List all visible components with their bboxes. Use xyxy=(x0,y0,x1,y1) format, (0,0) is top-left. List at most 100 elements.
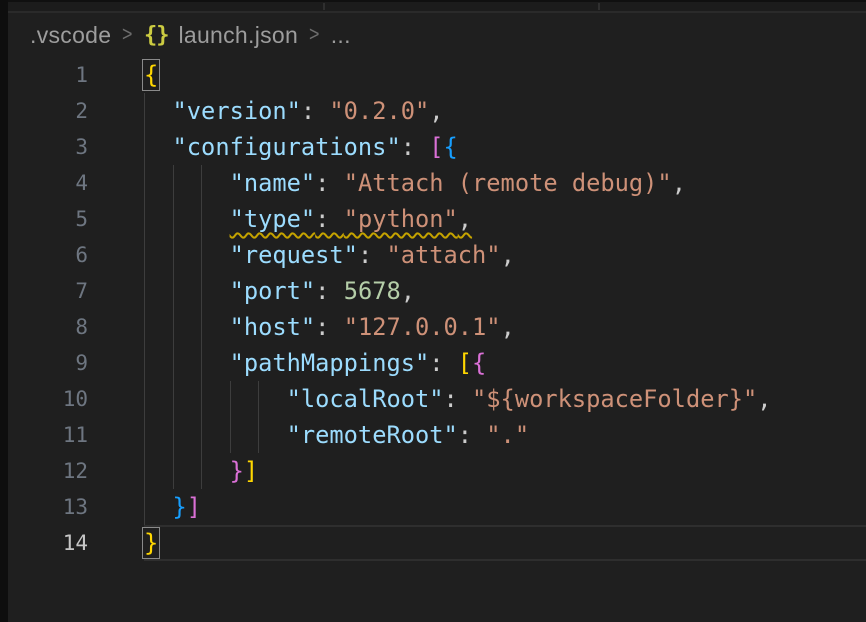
line-number[interactable]: 2 xyxy=(8,93,88,129)
code-token: "pathMappings" xyxy=(230,349,430,377)
code-token: : xyxy=(358,241,387,269)
code-line-content[interactable]: "version": "0.2.0", xyxy=(144,93,866,129)
line-number[interactable]: 9 xyxy=(8,345,88,381)
tab-separator xyxy=(323,3,325,10)
tab-separator xyxy=(598,3,600,10)
code-line-content[interactable]: "request": "attach", xyxy=(144,237,866,273)
chevron-right-icon: > xyxy=(122,23,133,47)
indent-guide xyxy=(201,453,202,489)
code-token xyxy=(144,169,230,197)
indent-guide xyxy=(201,417,202,453)
code-token xyxy=(144,277,230,305)
indent-guide xyxy=(144,489,145,525)
code-token: : xyxy=(444,385,473,413)
line-number[interactable]: 7 xyxy=(8,273,88,309)
code-line-content[interactable]: }] xyxy=(144,489,866,525)
indent-guide xyxy=(144,453,145,489)
code-line[interactable]: 3 "configurations": [{ xyxy=(8,129,866,165)
indent-guide xyxy=(144,309,145,345)
code-token: { xyxy=(472,349,486,377)
code-token: { xyxy=(144,61,158,89)
code-token: "configurations" xyxy=(173,133,401,161)
code-line[interactable]: 8 "host": "127.0.0.1", xyxy=(8,309,866,345)
indent-guide xyxy=(173,201,174,237)
indent-guide xyxy=(258,417,259,453)
code-token: { xyxy=(444,133,458,161)
line-number[interactable]: 10 xyxy=(8,381,88,417)
line-number[interactable]: 13 xyxy=(8,489,88,525)
code-token: "attach" xyxy=(386,241,500,269)
code-token xyxy=(144,385,287,413)
line-number[interactable]: 11 xyxy=(8,417,88,453)
code-token xyxy=(144,97,173,125)
indent-guide xyxy=(144,273,145,309)
code-line[interactable]: 6 "request": "attach", xyxy=(8,237,866,273)
line-number[interactable]: 12 xyxy=(8,453,88,489)
code-line[interactable]: 4 "name": "Attach (remote debug)", xyxy=(8,165,866,201)
code-token: [ xyxy=(458,349,472,377)
indent-guide xyxy=(173,381,174,417)
code-token: , xyxy=(757,385,771,413)
indent-guide xyxy=(173,273,174,309)
line-number[interactable]: 6 xyxy=(8,237,88,273)
code-line-content[interactable]: "host": "127.0.0.1", xyxy=(144,309,866,345)
indent-guide xyxy=(201,165,202,201)
indent-guide xyxy=(201,237,202,273)
tab-bar-partial[interactable] xyxy=(8,0,866,13)
code-line-content[interactable]: "localRoot": "${workspaceFolder}", xyxy=(144,381,866,417)
code-token: : xyxy=(301,97,330,125)
indent-guide xyxy=(173,309,174,345)
indent-guide xyxy=(173,453,174,489)
code-token: "type" xyxy=(230,205,316,233)
editor-group: .vscode > {} launch.json > ... 1{2 "vers… xyxy=(8,0,866,622)
code-token: "127.0.0.1" xyxy=(344,313,501,341)
code-line-content[interactable]: "port": 5678, xyxy=(144,273,866,309)
code-token xyxy=(144,349,230,377)
code-line[interactable]: 12 }] xyxy=(8,453,866,489)
line-number[interactable]: 4 xyxy=(8,165,88,201)
code-line[interactable]: 13 }] xyxy=(8,489,866,525)
indent-guide xyxy=(201,309,202,345)
code-token: ] xyxy=(244,457,258,485)
indent-guide xyxy=(144,129,145,165)
code-line-content[interactable]: } xyxy=(144,525,866,561)
code-token: "Attach (remote debug)" xyxy=(344,169,672,197)
line-number[interactable]: 5 xyxy=(8,201,88,237)
vscode-window: .vscode > {} launch.json > ... 1{2 "vers… xyxy=(0,0,866,622)
code-editor[interactable]: 1{2 "version": "0.2.0",3 "configurations… xyxy=(8,57,866,561)
indent-guide xyxy=(173,237,174,273)
code-line[interactable]: 2 "version": "0.2.0", xyxy=(8,93,866,129)
code-token: : xyxy=(429,349,458,377)
code-line[interactable]: 9 "pathMappings": [{ xyxy=(8,345,866,381)
code-line-content[interactable]: { xyxy=(144,57,866,93)
line-number[interactable]: 14 xyxy=(8,525,88,561)
code-line[interactable]: 1{ xyxy=(8,57,866,93)
breadcrumb-file[interactable]: launch.json xyxy=(178,22,298,49)
code-token: "${workspaceFolder}" xyxy=(472,385,757,413)
code-token: , xyxy=(401,277,415,305)
code-line-content[interactable]: }] xyxy=(144,453,866,489)
code-line-content[interactable]: "name": "Attach (remote debug)", xyxy=(144,165,866,201)
indent-guide xyxy=(173,345,174,381)
code-token xyxy=(144,313,230,341)
code-line[interactable]: 7 "port": 5678, xyxy=(8,273,866,309)
code-line[interactable]: 5 "type": "python", xyxy=(8,201,866,237)
indent-guide xyxy=(173,165,174,201)
code-token: , xyxy=(672,169,686,197)
line-number[interactable]: 1 xyxy=(8,57,88,93)
line-number[interactable]: 3 xyxy=(8,129,88,165)
code-token xyxy=(144,133,173,161)
code-token: "." xyxy=(486,421,529,449)
line-number[interactable]: 8 xyxy=(8,309,88,345)
breadcrumb-folder[interactable]: .vscode xyxy=(30,22,111,49)
code-line[interactable]: 14} xyxy=(8,525,866,561)
code-line-content[interactable]: "configurations": [{ xyxy=(144,129,866,165)
code-line[interactable]: 11 "remoteRoot": "." xyxy=(8,417,866,453)
code-line-content[interactable]: "type": "python", xyxy=(144,201,866,237)
breadcrumb-symbol-ellipsis[interactable]: ... xyxy=(331,22,351,49)
code-line[interactable]: 10 "localRoot": "${workspaceFolder}", xyxy=(8,381,866,417)
code-line-content[interactable]: "remoteRoot": "." xyxy=(144,417,866,453)
code-line-content[interactable]: "pathMappings": [{ xyxy=(144,345,866,381)
code-token xyxy=(144,205,230,233)
code-token: "version" xyxy=(173,97,301,125)
